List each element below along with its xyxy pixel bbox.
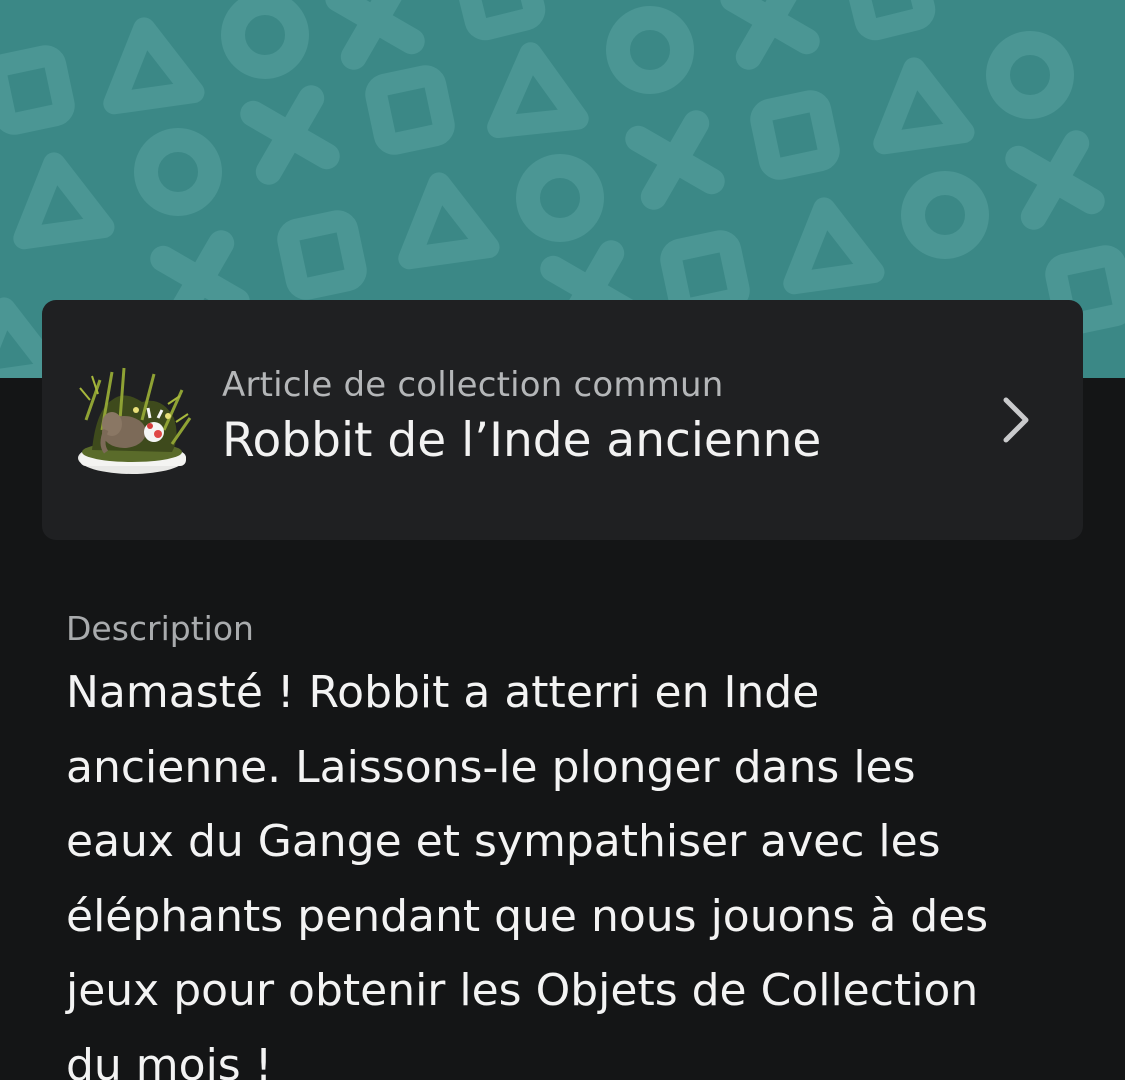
description-line: eaux du Gange et sympathiser avec les	[66, 816, 941, 867]
chevron-right-icon[interactable]	[980, 384, 1050, 456]
collectible-detail-page: Article de collection commun Robbit de l…	[0, 0, 1125, 1080]
description-text: Namasté ! Robbit a atterri en Inde ancie…	[66, 656, 1086, 1080]
description-heading: Description	[66, 609, 254, 648]
diorama-robbit-elephant-icon	[72, 360, 196, 484]
description-line: ancienne. Laissons-le plonger dans les	[66, 741, 916, 793]
item-rarity-label: Article de collection commun	[222, 365, 724, 405]
item-title: Robbit de l’Inde ancienne	[222, 413, 822, 468]
description-line: Namasté ! Robbit a atterri en Inde	[66, 667, 820, 718]
item-card-text: Article de collection commun Robbit de l…	[222, 362, 962, 474]
description-line: du mois !	[66, 1039, 273, 1080]
description-line: jeux pour obtenir les Objets de Collecti…	[66, 965, 979, 1016]
description-line: éléphants pendant que nous jouons à des	[66, 890, 989, 942]
